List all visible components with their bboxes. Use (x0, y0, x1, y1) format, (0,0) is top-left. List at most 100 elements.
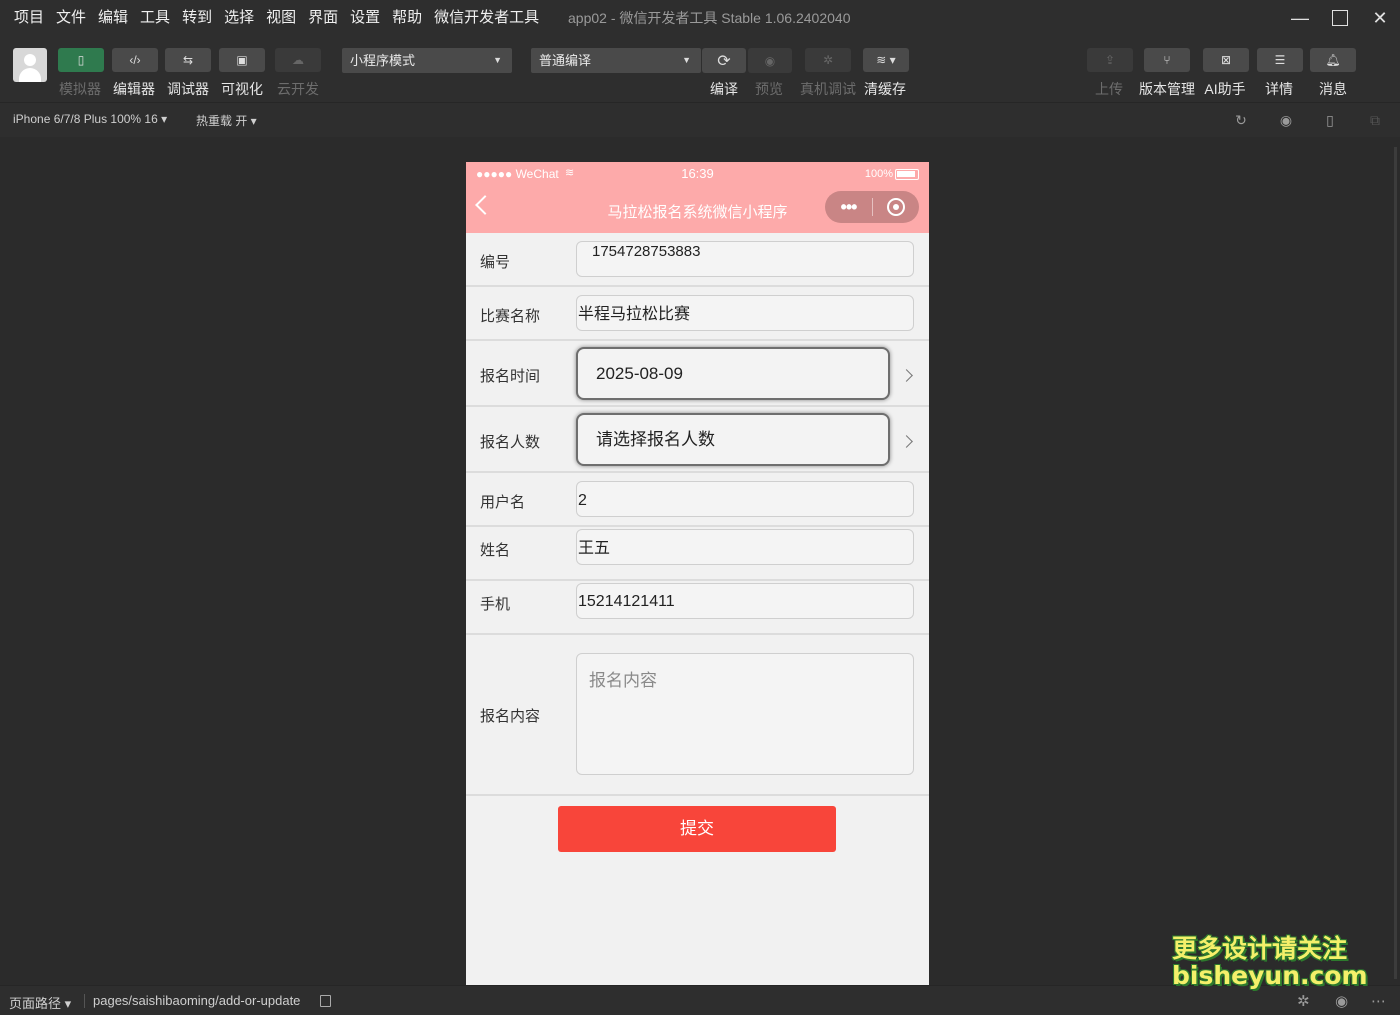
field-label: 姓名 (480, 541, 511, 559)
field-label: 比赛名称 (480, 307, 541, 325)
battery-icon (895, 169, 919, 180)
remote-debug-label: 真机调试 (800, 81, 856, 97)
menu-lines-icon: ☰ (1274, 53, 1286, 67)
signup-date-picker[interactable]: 2025-08-09 (576, 347, 890, 400)
avatar[interactable] (13, 48, 47, 82)
version-button[interactable]: ⑂ (1144, 48, 1190, 72)
status-bar: ●●●●● WeChat ≋ 16:39 100% (466, 162, 929, 186)
form-row-race-name: 比赛名称 半程马拉松比赛 (466, 287, 929, 341)
messages-label: 消息 (1319, 81, 1347, 97)
more-icon[interactable]: ⋯ (1371, 992, 1386, 1010)
phone-input[interactable]: 15214121411 (576, 583, 914, 619)
canvas-scrollbar[interactable] (1394, 147, 1397, 979)
form-row-id: 编号 1754728753883 (466, 233, 929, 287)
chevron-right-icon (900, 369, 913, 382)
field-label: 报名时间 (480, 367, 541, 385)
device-bar: iPhone 6/7/8 Plus 100% 16 ▾ 热重载 开 ▾ ↻ ◉ … (0, 102, 1400, 137)
clear-cache-button[interactable]: ≋ ▾ (863, 48, 909, 72)
mode-select[interactable]: 小程序模式 ▼ (342, 48, 512, 73)
menu-view[interactable]: 视图 (260, 0, 302, 36)
upload-button[interactable]: ⇪ (1087, 48, 1133, 72)
battery-percent: 100% (864, 168, 893, 180)
bug-icon[interactable]: ✲ (1297, 992, 1310, 1010)
device-icon[interactable]: ▯ (1321, 111, 1339, 129)
menu-bar: 项目 文件 编辑 工具 转到 选择 视图 界面 设置 帮助 微信开发者工具 (0, 0, 545, 36)
window-title: app02 - 微信开发者工具 Stable 1.06.2402040 (568, 10, 851, 26)
menu-tools[interactable]: 工具 (134, 0, 176, 36)
form-row-name: 姓名 王五 (466, 527, 929, 581)
cloud-button[interactable]: ☁ (275, 48, 321, 72)
close-icon[interactable]: ✕ (1360, 0, 1400, 36)
phone-icon: ▯ (77, 53, 85, 67)
caret-down-icon: ▼ (493, 55, 502, 65)
menu-file[interactable]: 文件 (50, 0, 92, 36)
signup-count-picker[interactable]: 请选择报名人数 (576, 413, 890, 466)
editor-button[interactable]: ‹/› (112, 48, 158, 72)
messages-button[interactable]: 🔔︎ (1310, 48, 1356, 72)
debugger-label: 调试器 (167, 81, 209, 97)
divider (84, 994, 85, 1008)
visual-button[interactable]: ▣ (219, 48, 265, 72)
ai-icon: ⊠ (1220, 53, 1232, 67)
menu-edit[interactable]: 编辑 (92, 0, 134, 36)
menu-select[interactable]: 选择 (218, 0, 260, 36)
code-icon: ‹/› (129, 53, 141, 67)
minimize-icon[interactable]: — (1280, 0, 1320, 36)
compile-button[interactable]: ⟳ (702, 48, 746, 73)
copy-icon[interactable] (320, 995, 331, 1007)
watermark-line1: 更多设计请关注 (1172, 934, 1348, 963)
field-label: 手机 (480, 595, 511, 613)
watermark-line2: bisheyun.com (1172, 961, 1368, 990)
id-input[interactable]: 1754728753883 (576, 241, 914, 277)
menu-goto[interactable]: 转到 (176, 0, 218, 36)
field-label: 编号 (480, 253, 511, 271)
version-label: 版本管理 (1139, 81, 1195, 97)
window-controls: — ✕ (1280, 0, 1400, 36)
menu-project[interactable]: 项目 (8, 0, 50, 36)
username-input[interactable]: 2 (576, 481, 914, 517)
close-miniprogram-icon[interactable] (873, 198, 919, 216)
menu-settings[interactable]: 设置 (344, 0, 386, 36)
cloud-icon: ☁ (292, 53, 304, 67)
watermark: 更多设计请关注 bisheyun.com (1172, 935, 1368, 989)
simulator-button[interactable]: ▯ (58, 48, 104, 72)
branch-icon: ⑂ (1163, 53, 1171, 67)
submit-button[interactable]: 提交 (558, 806, 836, 852)
preview-button[interactable]: ◉ (748, 48, 792, 73)
menu-capsule: ••• (825, 191, 919, 223)
layout-icon: ▣ (236, 53, 248, 67)
page-path-label[interactable]: 页面路径 ▾ (9, 993, 71, 1012)
compile-select[interactable]: 普通编译 ▼ (531, 48, 701, 73)
form-row-username: 用户名 2 (466, 473, 929, 527)
eye-icon: ◉ (764, 53, 776, 68)
bell-icon: 🔔︎ (1325, 53, 1341, 67)
more-dots-icon[interactable]: ••• (825, 197, 872, 218)
field-label: 报名内容 (480, 707, 541, 725)
menu-interface[interactable]: 界面 (302, 0, 344, 36)
simulator-label: 模拟器 (59, 81, 101, 97)
refresh-icon: ⟳ (717, 52, 731, 70)
upload-label: 上传 (1095, 81, 1123, 97)
name-input[interactable]: 王五 (576, 529, 914, 565)
rotate-icon[interactable]: ↻ (1232, 111, 1250, 129)
ai-button[interactable]: ⊠ (1203, 48, 1249, 72)
caret-down-icon: ▼ (682, 55, 691, 65)
compile-select-value: 普通编译 (539, 53, 592, 68)
eye-icon[interactable]: ◉ (1335, 992, 1348, 1010)
debugger-button[interactable]: ⇆ (165, 48, 211, 72)
content-textarea[interactable]: 报名内容 (576, 653, 914, 775)
record-icon[interactable]: ◉ (1277, 111, 1295, 129)
form-row-content: 报名内容 报名内容 (466, 635, 929, 796)
hot-reload-select[interactable]: 热重载 开 ▾ (196, 112, 257, 129)
visual-label: 可视化 (221, 81, 263, 97)
menu-help[interactable]: 帮助 (386, 0, 428, 36)
title-bar: 项目 文件 编辑 工具 转到 选择 视图 界面 设置 帮助 微信开发者工具 ap… (0, 0, 1400, 36)
details-label: 详情 (1265, 81, 1293, 97)
race-name-input[interactable]: 半程马拉松比赛 (576, 295, 914, 331)
maximize-icon[interactable] (1320, 0, 1360, 36)
details-button[interactable]: ☰ (1257, 48, 1303, 72)
device-select[interactable]: iPhone 6/7/8 Plus 100% 16 ▾ (13, 112, 167, 126)
window-icon[interactable]: ⧉ (1366, 111, 1384, 129)
remote-debug-button[interactable]: ✲ (805, 48, 851, 72)
menu-devtools[interactable]: 微信开发者工具 (428, 0, 545, 36)
